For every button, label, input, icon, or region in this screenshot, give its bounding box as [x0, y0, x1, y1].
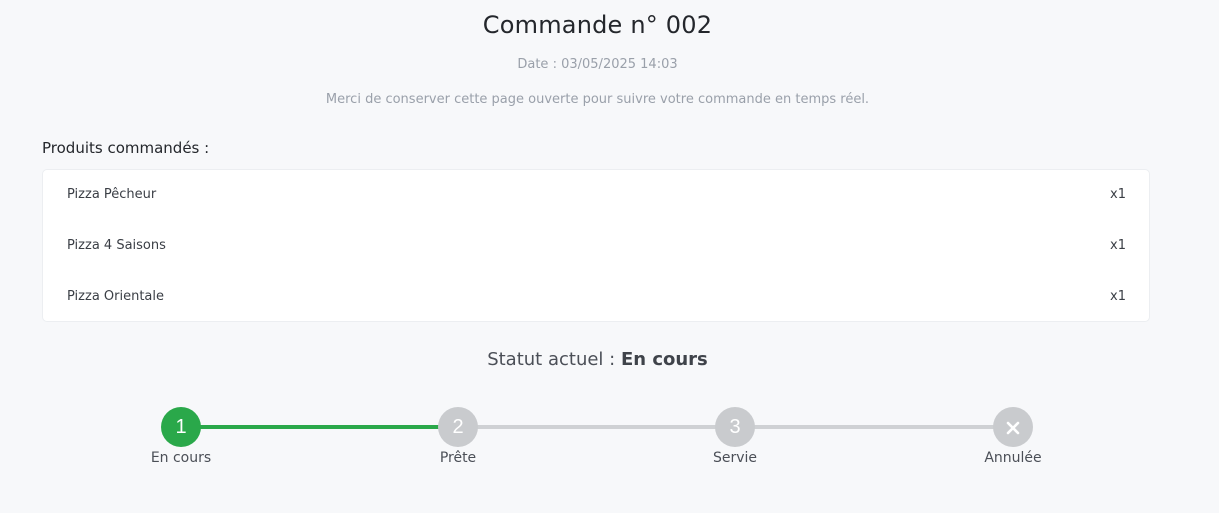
- product-name: Pizza 4 Saisons: [67, 238, 166, 253]
- order-tracking-page: Commande n° 002 Date : 03/05/2025 14:03 …: [0, 0, 1219, 513]
- list-item: Pizza Pêcheur x1: [43, 170, 1149, 221]
- step-cancelled-label: Annulée: [984, 450, 1042, 466]
- product-quantity: x1: [1110, 187, 1126, 202]
- product-name: Pizza Pêcheur: [67, 187, 157, 202]
- page-title: Commande n° 002: [482, 11, 713, 39]
- product-name: Pizza Orientale: [67, 289, 165, 304]
- order-date: Date : 03/05/2025 14:03: [0, 57, 1195, 72]
- step-3-label: Servie: [712, 450, 758, 466]
- step-cancelled-circle: [993, 407, 1033, 447]
- products-heading: Produits commandés :: [42, 139, 210, 157]
- stepper-track-done: [181, 425, 458, 429]
- status-stepper: 1 En cours 2 Prête 3 Servie Annulée: [0, 407, 1219, 477]
- tracking-notice: Merci de conserver cette page ouverte po…: [325, 92, 870, 107]
- step-2-label: Prête: [439, 450, 477, 466]
- list-item: Pizza Orientale x1: [43, 272, 1149, 323]
- close-icon: [1006, 421, 1020, 435]
- order-date-label: Date :: [517, 57, 557, 72]
- step-1-label: En cours: [150, 450, 212, 466]
- current-status: Statut actuel : En cours: [0, 349, 1195, 370]
- step-2-circle: 2: [438, 407, 478, 447]
- status-value: En cours: [620, 349, 708, 370]
- list-item: Pizza 4 Saisons x1: [43, 221, 1149, 272]
- product-quantity: x1: [1110, 289, 1126, 304]
- step-1-circle: 1: [161, 407, 201, 447]
- product-quantity: x1: [1110, 238, 1126, 253]
- status-label: Statut actuel :: [487, 349, 616, 370]
- products-list: Pizza Pêcheur x1 Pizza 4 Saisons x1 Pizz…: [42, 169, 1150, 322]
- step-3-circle: 3: [715, 407, 755, 447]
- order-date-value: 03/05/2025 14:03: [561, 57, 678, 72]
